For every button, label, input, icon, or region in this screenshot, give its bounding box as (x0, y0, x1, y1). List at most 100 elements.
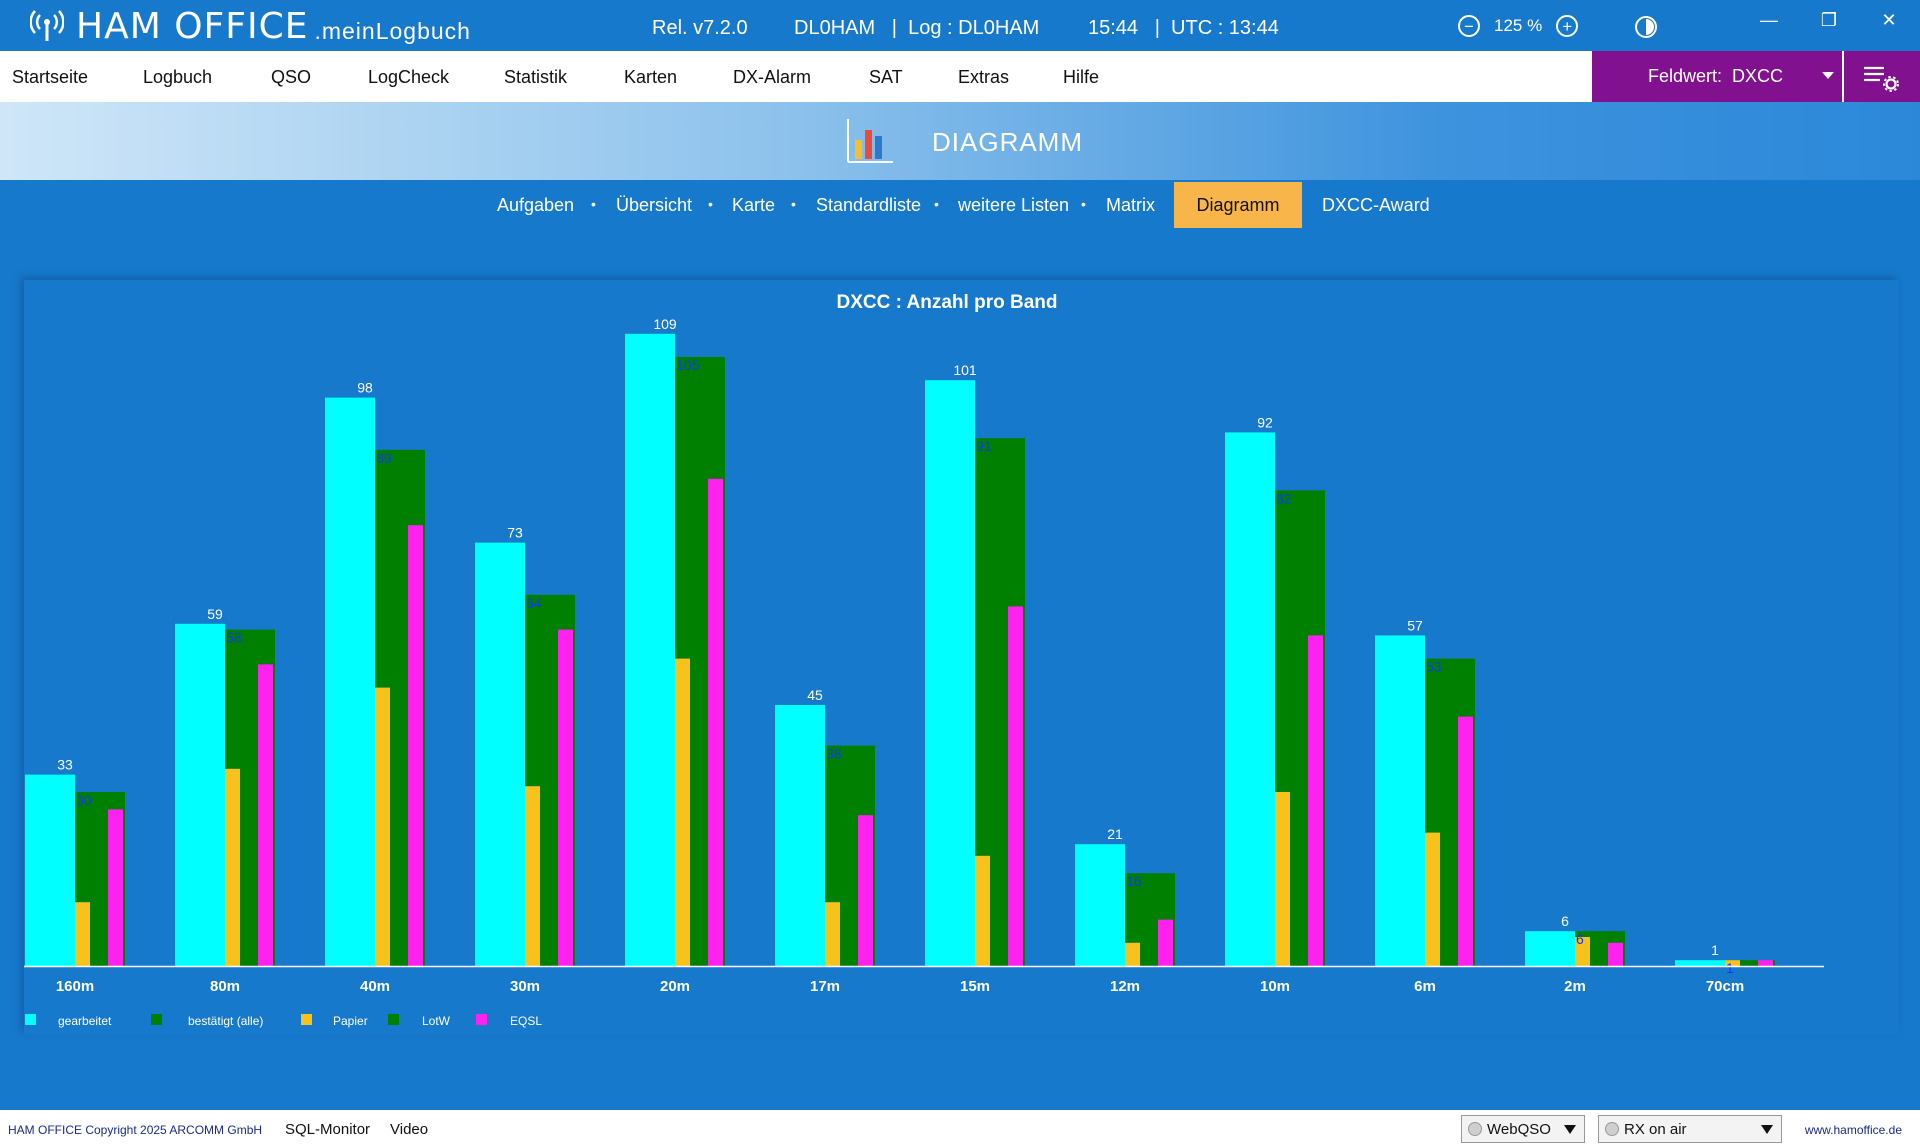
sub-navigation: Aufgaben • Übersicht • Karte • Standardl… (0, 180, 1920, 230)
subnav-aufgaben[interactable]: Aufgaben (497, 195, 574, 216)
main-menu: Startseite Logbuch QSO LogCheck Statisti… (0, 51, 1920, 102)
website-link[interactable]: www.hamoffice.de (1805, 1123, 1902, 1137)
status-bar: HAM OFFICE Copyright 2025 ARCOMM GmbH SQ… (0, 1110, 1920, 1148)
menu-extras[interactable]: Extras (958, 67, 1009, 88)
subnav-separator: • (934, 196, 939, 212)
menu-sat[interactable]: SAT (869, 67, 903, 88)
title-bar: HAM OFFICE .meinLogbuch Rel. v7.2.0 DL0H… (0, 0, 1920, 51)
app-brand-sub: .meinLogbuch (314, 17, 471, 44)
subnav-separator: • (791, 196, 796, 212)
bar-eqsl (1158, 919, 1173, 966)
bar-paper (225, 768, 240, 966)
feldwert-label: Feldwert: DXCC (1648, 66, 1784, 86)
webqso-dropdown[interactable]: WebQSO (1461, 1115, 1585, 1143)
legend-swatch (151, 1014, 162, 1025)
minimize-button[interactable]: — (1754, 10, 1784, 31)
bar-eqsl (1758, 960, 1773, 966)
value-label-worked: 6 (1561, 913, 1569, 929)
subnav-dxcc-award[interactable]: DXCC-Award (1322, 195, 1430, 216)
value-label-confirmed: 91 (976, 438, 992, 454)
menu-hilfe[interactable]: Hilfe (1063, 67, 1099, 88)
bar-worked (1525, 931, 1575, 966)
bar-paper (1425, 832, 1440, 966)
bar-paper (1275, 792, 1290, 966)
subnav-uebersicht[interactable]: Übersicht (616, 195, 692, 216)
subnav-karte[interactable]: Karte (732, 195, 775, 216)
subnav-separator: • (1081, 196, 1086, 212)
dxcc-bar-chart: DXCC : Anzahl pro Band 33 30 160m 5958 80m 98 8… (24, 292, 1824, 1028)
category-label: 20m (660, 978, 690, 995)
category-label: 12m (1110, 978, 1140, 995)
video-link[interactable]: Video (390, 1121, 428, 1138)
value-label-confirmed: 30 (76, 792, 92, 808)
legend-swatch (388, 1014, 399, 1025)
bar-worked (325, 397, 375, 967)
value-label-worked: 45 (807, 687, 823, 703)
section-title: DIAGRAMM (932, 127, 1083, 157)
zoom-out-icon[interactable]: − (1458, 15, 1480, 37)
bar-worked (475, 542, 525, 966)
rx-status-dropdown[interactable]: RX on air (1598, 1115, 1782, 1143)
dropdown-arrow-icon (1564, 1125, 1576, 1134)
zoom-in-icon[interactable]: + (1556, 15, 1579, 37)
restore-button[interactable]: ❐ (1814, 10, 1844, 31)
category-label: 70cm (1706, 978, 1744, 995)
category-label: 2m (1564, 978, 1586, 995)
subnav-diagramm[interactable]: Diagramm (1174, 182, 1302, 228)
close-button[interactable]: ✕ (1874, 10, 1904, 31)
menu-qso[interactable]: QSO (271, 67, 311, 88)
time-info: 15:44 | UTC : 13:44 (1088, 17, 1279, 39)
rx-status-indicator (1605, 1122, 1619, 1136)
bar-eqsl (1608, 942, 1623, 966)
sql-monitor-link[interactable]: SQL-Monitor (285, 1121, 370, 1138)
bar-eqsl (1008, 606, 1023, 966)
subnav-separator: • (708, 196, 713, 212)
value-label-worked: 21 (1107, 826, 1123, 842)
bar-paper (525, 786, 540, 966)
value-label-worked: 101 (953, 362, 977, 378)
bar-paper (675, 658, 690, 966)
value-label-worked: 1 (1711, 942, 1719, 958)
bar-worked (775, 705, 825, 966)
value-label-worked: 73 (507, 525, 523, 541)
chart-panel: DXCC : Anzahl pro Band 33 30 160m 59 58 80m 98 8… (24, 280, 1899, 1035)
dropdown-arrow-icon (1761, 1125, 1773, 1134)
legend-label: Papier (333, 1014, 368, 1028)
value-label-worked: 57 (1407, 617, 1423, 633)
bar-eqsl (708, 478, 723, 966)
value-label-confirmed: 105 (676, 357, 700, 373)
value-label-confirmed: 89 (376, 450, 392, 466)
subnav-matrix[interactable]: Matrix (1106, 195, 1155, 216)
bar-worked (25, 774, 75, 966)
value-label-confirmed: 58 (226, 630, 242, 646)
menu-settings-icon (1864, 66, 1899, 92)
legend-label: gearbeitet (58, 1014, 112, 1028)
menu-statistik[interactable]: Statistik (504, 67, 567, 88)
legend-label: bestätigt (alle) (188, 1014, 263, 1028)
subnav-separator: • (591, 196, 596, 212)
bar-paper (975, 855, 990, 966)
bar-paper (825, 902, 840, 966)
bar-eqsl (1308, 635, 1323, 966)
category-label: 10m (1260, 978, 1290, 995)
subnav-standardliste[interactable]: Standardliste (816, 195, 921, 216)
value-label-confirmed: 16 (1126, 873, 1142, 889)
value-label-worked: 98 (357, 380, 373, 396)
legend-label: LotW (422, 1014, 451, 1028)
bar-eqsl (558, 629, 573, 966)
settings-menu-button[interactable] (1844, 51, 1920, 102)
chart-icon (847, 119, 893, 163)
value-label-confirmed: 38 (826, 746, 842, 762)
bar-eqsl (858, 815, 873, 966)
menu-logcheck[interactable]: LogCheck (368, 67, 449, 88)
menu-karten[interactable]: Karten (624, 67, 677, 88)
contrast-icon[interactable] (1634, 15, 1658, 39)
value-label-confirmed: 64 (526, 595, 542, 611)
feldwert-dropdown[interactable]: Feldwert: DXCC (1592, 51, 1842, 102)
bar-worked (625, 333, 675, 966)
menu-dx-alarm[interactable]: DX-Alarm (733, 67, 811, 88)
subnav-weitere-listen[interactable]: weitere Listen (958, 195, 1069, 216)
menu-startseite[interactable]: Startseite (12, 67, 88, 88)
menu-logbuch[interactable]: Logbuch (143, 67, 212, 88)
rx-status-label: RX on air (1624, 1120, 1687, 1138)
